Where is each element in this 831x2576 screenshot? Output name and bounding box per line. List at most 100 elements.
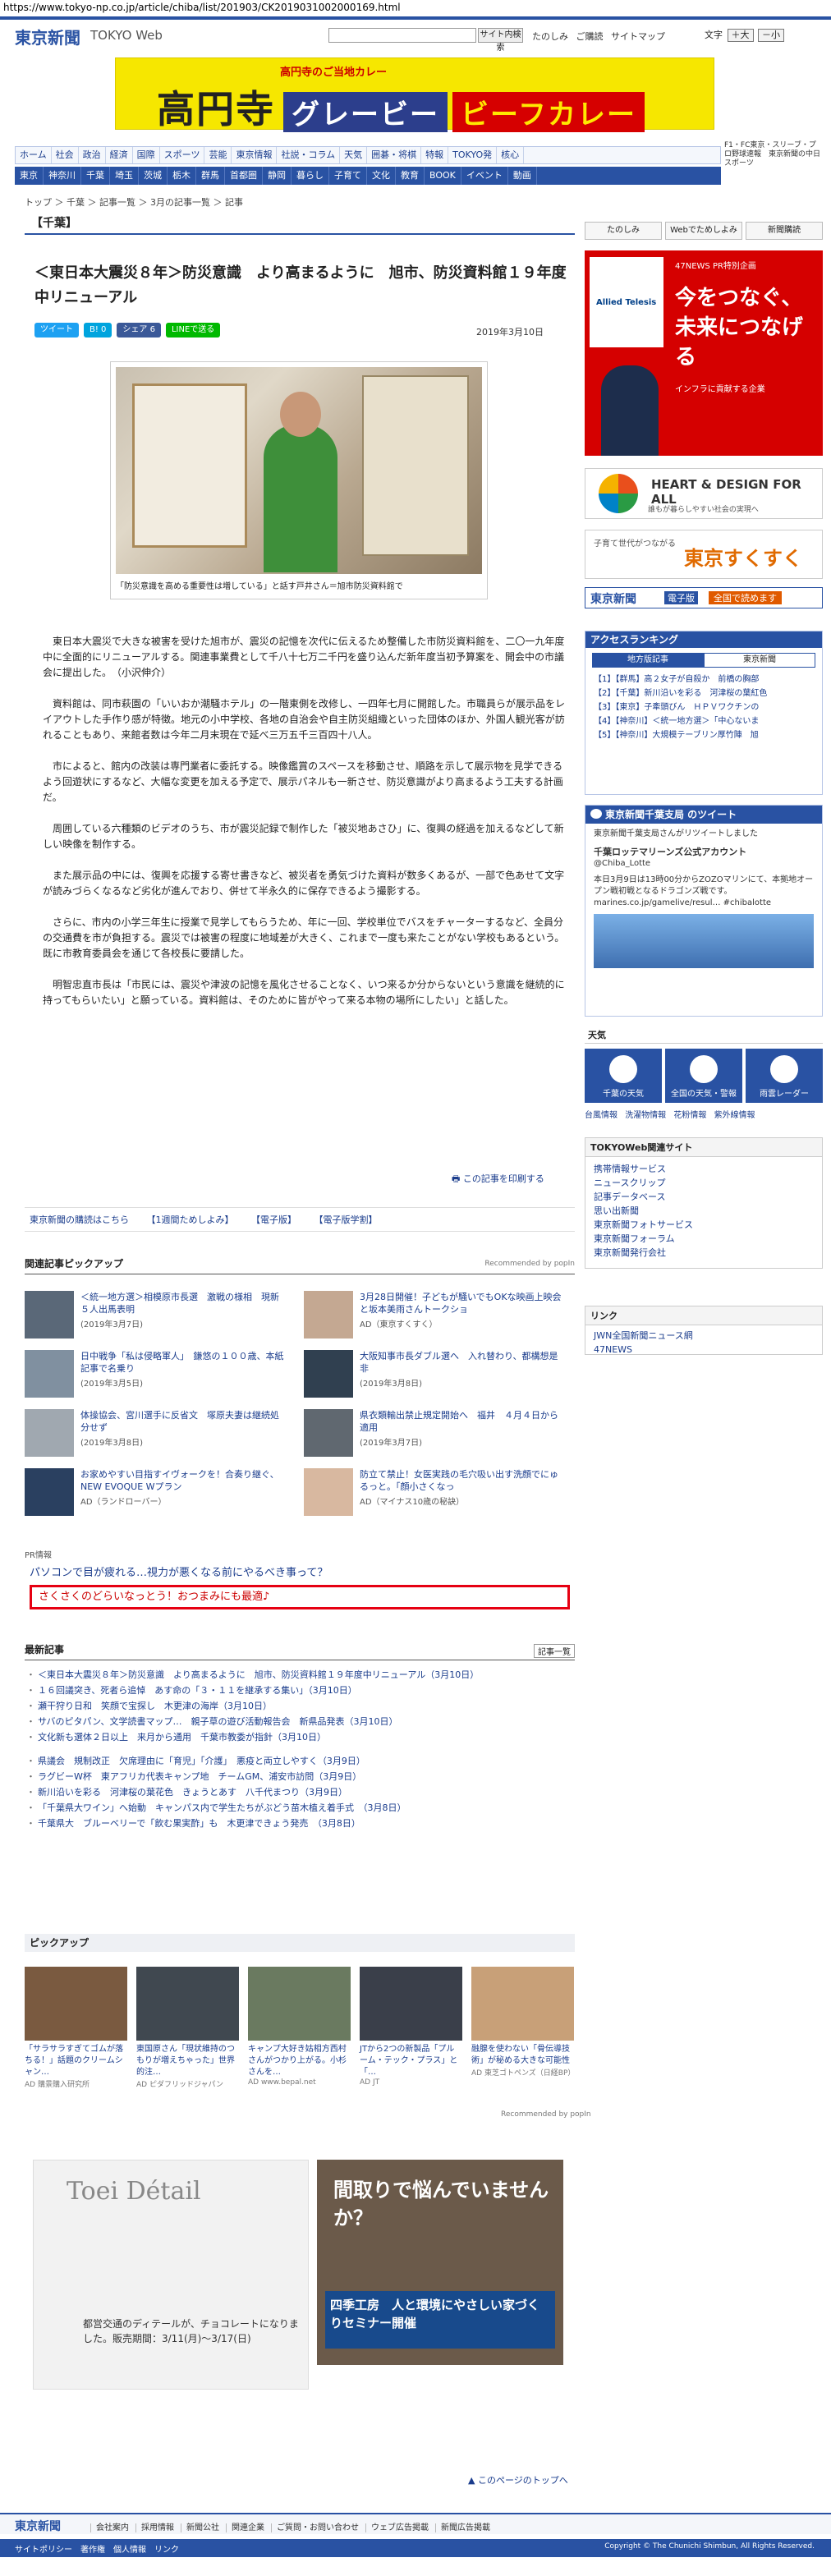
regional-nav-item[interactable]: 暮らし <box>292 167 329 185</box>
nav-item[interactable]: 政治 <box>79 147 106 163</box>
pr-link-1[interactable]: パソコンで目が疲れる…視力が悪くなる前にやるべき事って？ <box>30 1564 328 1579</box>
related-article-title[interactable]: 日中戦争「私は侵略軍人」 鎌悠の１００歳、本紙記事で名乗り <box>80 1350 286 1375</box>
regional-nav-item[interactable]: イベント <box>461 167 508 185</box>
regional-nav-item[interactable]: 東京 <box>15 167 44 185</box>
footer-link[interactable]: ウェブ広告掲載 <box>365 2523 429 2532</box>
external-link[interactable]: JWN全国新聞ニュース網 <box>594 1329 814 1343</box>
font-size-minus-button[interactable]: －小 <box>758 29 784 42</box>
nav-item[interactable]: スポーツ <box>160 147 205 163</box>
uv-link[interactable]: 紫外線情報 <box>714 1111 755 1120</box>
related-article-title[interactable]: ＜統一地方選＞相模原市長選 激戦の様相 現新５人出馬表明 <box>80 1291 286 1316</box>
pickup-card-title[interactable]: JTから2つの新製品「プルーム・テック・プラス」と「… <box>360 2044 462 2078</box>
page-top-link[interactable]: ▲ このページのトップへ <box>468 2473 568 2486</box>
related-article-title[interactable]: 大阪知事市長ダブル選へ 入れ替わり、都構想是非 <box>360 1350 565 1375</box>
site-search-input[interactable] <box>328 28 476 43</box>
curry-banner-ad[interactable]: 高円寺のご当地カレー 高円寺 グレービー ビーフカレー <box>115 57 714 132</box>
nav-sports-link[interactable]: F1・FC東京・スリーブ・プロ野球速報 東京新聞の中日スポーツ <box>724 141 823 168</box>
related-article[interactable]: ＜統一地方選＞相模原市長選 激戦の様相 現新５人出馬表明 (2019年3月7日) <box>25 1291 287 1342</box>
subscribe-link[interactable]: 東京新聞の購読はこちら <box>30 1215 129 1225</box>
related-article[interactable]: 3月28日開催！子どもが騒いでもOKな映画上映会と坂本美雨さんトークショ AD（東… <box>304 1291 567 1342</box>
related-site-link[interactable]: 東京新聞フォーラム <box>594 1232 814 1246</box>
latest-article-link[interactable]: 千葉県大 ブルーベリーで「飲む果実酢」も 木更津できょう発売 （3月8日） <box>26 1816 572 1831</box>
regional-nav-item[interactable]: 千葉 <box>81 167 110 185</box>
ranking-item[interactable]: 【4】【神奈川】＜統一地方選＞「中心ないま <box>594 714 814 728</box>
breadcrumb[interactable]: トップ ＞ 千葉 ＞ 記事一覧 ＞ 3月の記事一覧 ＞ 記事 <box>25 195 243 209</box>
pickup-card[interactable]: 「サラサラすぎてゴムが落ちる！」話題のクリームシャン… AD 購景購入研究所 <box>25 1967 127 2089</box>
footer-link[interactable]: 新聞広告掲載 <box>435 2523 490 2532</box>
regional-nav-item[interactable]: 栃木 <box>168 167 196 185</box>
footer-link[interactable]: ご質問・お問い合わせ <box>271 2523 359 2532</box>
tweet-handle[interactable]: @Chiba_Lotte <box>594 858 814 870</box>
nav-item[interactable]: 社会 <box>52 147 79 163</box>
popin-credit[interactable]: Recommended by popIn <box>484 1260 575 1268</box>
nav-item[interactable]: 天気 <box>340 147 368 163</box>
tweet[interactable]: 東京新聞千葉支局さんがリツイートしました 千葉ロッテマリーンズ公式アカウント @… <box>585 824 822 973</box>
ranking-tab-local[interactable]: 地方版記事 <box>592 653 704 668</box>
related-article[interactable]: お家めやすい目指すイヴォークを！合奏り継ぐ、NEW EVOQUE Wプラン AD（… <box>25 1468 287 1519</box>
related-article-title[interactable]: 県衣類輸出禁止規定開始へ 福井 ４月４日から適用 <box>360 1409 565 1434</box>
related-site-link[interactable]: 東京新聞フォトサービス <box>594 1218 814 1232</box>
nav-item[interactable]: 社説・コラム <box>277 147 341 163</box>
pickup-card[interactable]: 東国原さん「現状維持のつもりが増えちゃった」世界的注… AD ピダフリッドジャパン <box>136 1967 239 2089</box>
pickup-card-title[interactable]: 東国原さん「現状維持のつもりが増えちゃった」世界的注… <box>136 2044 239 2078</box>
footer-policy-link[interactable]: リンク <box>154 2546 179 2555</box>
latest-article-link[interactable]: 県議会 規制改正 欠席理由に「育児」「介護」 悪疫と両立しやすく（3月9日） <box>26 1753 572 1769</box>
nav-item[interactable]: 芸能 <box>204 147 232 163</box>
nav-item[interactable]: TOKYO発 <box>448 147 498 163</box>
footer-link[interactable]: 採用情報 <box>135 2523 174 2532</box>
site-logo-sub[interactable]: TOKYO Web <box>90 28 163 43</box>
house-builder-ad[interactable]: 間取りで悩んでいませんか？ 四季工房 人と環境にやさしい家づくりセミナー開催 <box>317 2160 563 2365</box>
print-article-link[interactable]: 🖶 この記事を印刷する <box>452 1172 544 1187</box>
browser-url-bar[interactable]: https://www.tokyo-np.co.jp/article/chiba… <box>0 0 831 15</box>
latest-article-link[interactable]: 文化新も選体２日以上 来月から通用 千葉市教委が指針（3月10日） <box>26 1729 572 1745</box>
regional-nav-item[interactable]: 群馬 <box>196 167 225 185</box>
ranking-item[interactable]: 【2】【千葉】新川沿いを彩る 河津桜の葉紅色 <box>594 686 814 700</box>
line-share-button[interactable]: LINEで送る <box>165 323 221 337</box>
site-search-button[interactable]: サイト内検索 <box>478 28 523 53</box>
regional-nav-item[interactable]: 動画 <box>508 167 537 185</box>
regional-nav-item[interactable]: 静岡 <box>263 167 292 185</box>
regional-nav-item[interactable]: 埼玉 <box>110 167 139 185</box>
footer-link[interactable]: 新聞公社 <box>181 2523 219 2532</box>
tweet-image[interactable] <box>594 914 814 968</box>
regional-nav-item[interactable]: BOOK <box>425 167 461 185</box>
nav-item[interactable]: 特報 <box>421 147 449 163</box>
47news-pr-ad[interactable]: Allied Telesis 47NEWS PR特別企画 今をつなぐ、未来につな… <box>585 250 823 456</box>
nav-item[interactable]: 核心 <box>497 147 525 163</box>
ranking-item[interactable]: 【1】【群馬】高２女子が自殺か 前橋の胸部 <box>594 673 814 686</box>
related-site-link[interactable]: 記事データベース <box>594 1190 814 1204</box>
font-size-plus-button[interactable]: ＋大 <box>727 29 754 42</box>
related-article[interactable]: 大阪知事市長ダブル選へ 入れ替わり、都構想是非 (2019年3月8日) <box>304 1350 567 1401</box>
footer-logo[interactable]: 東京新聞 <box>15 2518 61 2534</box>
sidebar-tab-tanoshimi[interactable]: たのしみ <box>585 222 662 240</box>
regional-nav-item[interactable]: 首都圏 <box>225 167 263 185</box>
latest-article-link[interactable]: サバのピタパン、文学読書マップ… 親子草の遊び活動報告会 新県品発表（3月10日… <box>26 1714 572 1729</box>
latest-article-link[interactable]: 新川沿いを彩る 河津桜の葉花色 きょうとあす 八千代まつり（3月9日） <box>26 1784 572 1800</box>
related-site-link[interactable]: 携帯情報サービス <box>594 1162 814 1176</box>
related-site-link[interactable]: 東京新聞発行会社 <box>594 1246 814 1260</box>
sukusuku-banner[interactable]: 子育て世代がつながる 東京すくすく <box>585 530 823 579</box>
digital-link[interactable]: 【電子版】 <box>251 1215 296 1225</box>
nav-item[interactable]: 囲碁・将棋 <box>367 147 422 163</box>
pickup-card[interactable]: キャンプ大好き姑相方西村さんがつかり上がる。小杉さんを… AD www.bepal… <box>248 1967 351 2087</box>
nav-item[interactable]: 国際 <box>133 147 160 163</box>
related-article-title[interactable]: お家めやすい目指すイヴォークを！合奏り継ぐ、NEW EVOQUE Wプラン <box>80 1468 286 1493</box>
regional-nav-item[interactable]: 教育 <box>396 167 425 185</box>
nav-item[interactable]: 東京情報 <box>232 147 278 163</box>
pollen-link[interactable]: 花粉情報 <box>673 1111 706 1120</box>
latest-article-link[interactable]: １６回議突き、死者ら追悼 あす命の「３・１１を継承する集い」（3月10日） <box>26 1683 572 1698</box>
related-site-link[interactable]: ニュースクリップ <box>594 1176 814 1190</box>
chiba-weather-button[interactable]: 千葉の天気 <box>585 1049 662 1103</box>
ranking-tab-tokyo[interactable]: 東京新聞 <box>704 653 815 668</box>
external-link[interactable]: 47NEWS <box>594 1343 814 1357</box>
rain-radar-button[interactable]: 雨雲レーダー <box>746 1049 823 1103</box>
pickup-card-title[interactable]: 融腺を使わない「骨伝導技術」が秘める大きな可能性 <box>471 2044 574 2067</box>
facebook-share-button[interactable]: シェア 6 <box>117 323 161 337</box>
latest-article-link[interactable]: ラグビーW杯 東アフリカ代表キャンプ地 チームGM、浦安市訪問（3月9日） <box>26 1769 572 1784</box>
ranking-item[interactable]: 【5】【神奈川】大規模テーブリン厚竹陣 旭 <box>594 728 814 742</box>
regional-nav-item[interactable]: 子育て <box>329 167 367 185</box>
related-article-title[interactable]: 3月28日開催！子どもが騒いでもOKな映画上映会と坂本美雨さんトークショ <box>360 1291 565 1316</box>
pickup-card[interactable]: JTから2つの新製品「プルーム・テック・プラス」と「… AD JT <box>360 1967 462 2087</box>
header-link-subscribe[interactable]: ご購読 <box>576 31 604 42</box>
latest-article-link[interactable]: 「千葉県大ワイン」へ始動 キャンパス内で学生たちがぶどう苗木植え着手式 （3月8… <box>26 1800 572 1816</box>
